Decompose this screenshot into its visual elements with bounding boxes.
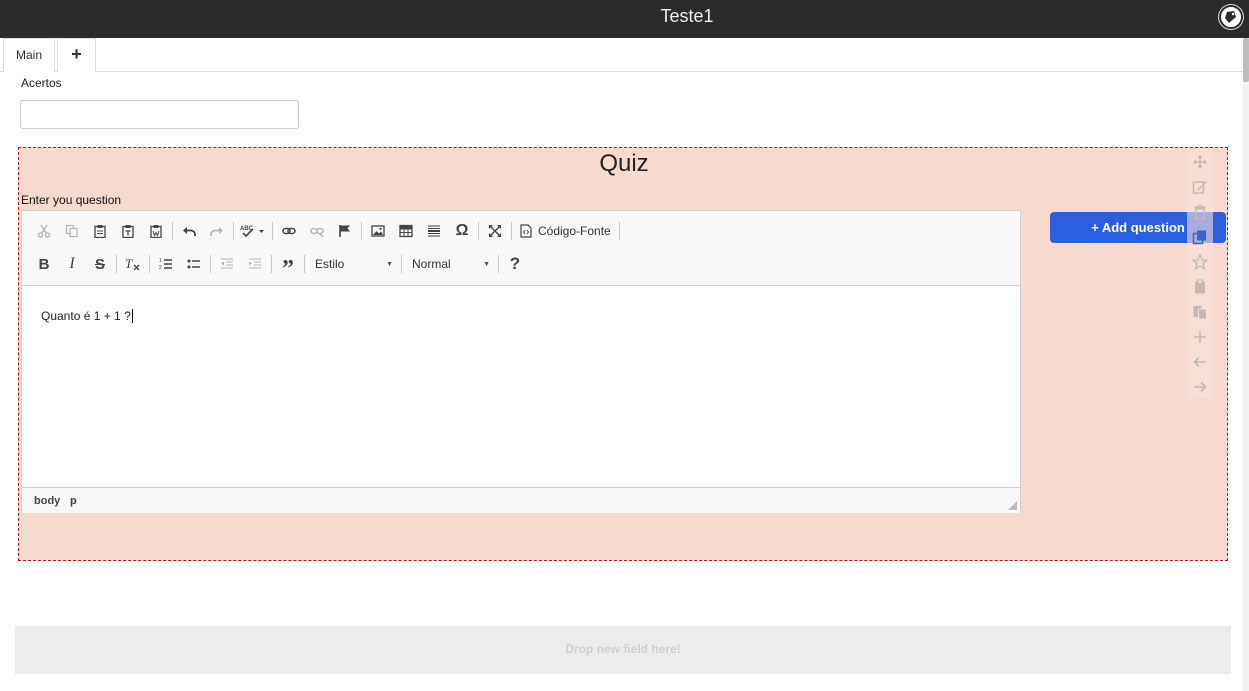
blockquote-icon[interactable]: ” — [274, 251, 302, 282]
spellcheck-icon[interactable]: ABC — [236, 218, 270, 244]
paste-word-icon[interactable] — [142, 218, 170, 244]
scrollbar-thumb[interactable] — [1243, 38, 1249, 82]
resize-handle-icon[interactable] — [1008, 501, 1017, 510]
scrollbar[interactable] — [1243, 38, 1249, 691]
numbered-list-icon[interactable]: 12 — [152, 251, 180, 277]
copy-icon[interactable] — [1190, 227, 1210, 247]
add-tab-button[interactable]: + — [57, 38, 96, 72]
style-dropdown[interactable]: Estilo ▼ — [307, 251, 399, 277]
italic-icon[interactable]: I — [58, 251, 86, 277]
tab-bar: Main + — [0, 38, 1243, 72]
acertos-label: Acertos — [21, 76, 62, 90]
toolbar-separator — [210, 255, 211, 273]
help-icon[interactable]: ? — [501, 251, 529, 277]
source-label: Código-Fonte — [538, 224, 611, 238]
question-text: Quanto é 1 + 1 ? — [41, 309, 131, 323]
remove-format-icon[interactable]: T — [119, 251, 147, 277]
paste-icon[interactable] — [86, 218, 114, 244]
path-crumb-p[interactable]: p — [70, 495, 77, 507]
toolbar-separator — [618, 222, 620, 240]
chevron-down-icon: ▼ — [386, 260, 393, 268]
strikethrough-icon[interactable]: S — [86, 251, 114, 277]
paste-text-icon[interactable] — [114, 218, 142, 244]
field-actions-panel — [1187, 150, 1213, 398]
star-icon[interactable] — [1190, 252, 1210, 272]
toolbar-separator — [233, 222, 234, 240]
image-icon[interactable] — [364, 218, 392, 244]
title-bar: Teste1 — [0, 0, 1249, 38]
toolbar-separator — [116, 255, 117, 273]
question-label: Enter you question — [21, 193, 122, 207]
window-title: Teste1 — [660, 6, 714, 26]
cut-icon[interactable] — [30, 218, 58, 244]
text-caret — [131, 309, 133, 323]
editor-status-bar: body p — [22, 487, 1020, 513]
source-button[interactable]: Código-Fonte — [514, 218, 617, 244]
toolbar-separator — [478, 222, 479, 240]
toolbar-separator — [511, 222, 512, 240]
link-icon[interactable] — [275, 218, 303, 244]
arrow-right-icon[interactable] — [1190, 377, 1210, 397]
toolbar-separator — [149, 255, 150, 273]
svg-text:2: 2 — [159, 265, 162, 271]
redo-icon[interactable] — [203, 218, 231, 244]
clipboard-icon[interactable] — [1190, 277, 1210, 297]
paste-icon[interactable] — [1190, 302, 1210, 322]
format-dropdown[interactable]: Normal ▼ — [404, 251, 496, 277]
arrow-left-icon[interactable] — [1190, 352, 1210, 372]
bold-icon[interactable]: B — [30, 251, 58, 277]
quiz-title: Quiz — [599, 150, 649, 177]
quiz-block[interactable]: Quiz Enter you question ABC Ω Código-Fon… — [18, 147, 1228, 561]
editor-text[interactable]: Quanto é 1 + 1 ? — [41, 309, 133, 323]
table-icon[interactable] — [392, 218, 420, 244]
path-crumb-body[interactable]: body — [34, 495, 60, 507]
svg-text:T: T — [125, 257, 133, 271]
bulleted-list-icon[interactable] — [180, 251, 208, 277]
copy-icon[interactable] — [58, 218, 86, 244]
editor-toolbar: ABC Ω Código-Fonte B I S T 1 2 ” Estilo … — [22, 211, 1020, 286]
special-char-icon[interactable]: Ω — [448, 218, 476, 244]
toolbar-separator — [304, 255, 305, 273]
toolbar-separator — [361, 222, 362, 240]
delete-icon[interactable] — [1190, 202, 1210, 222]
toolbar-separator — [271, 255, 272, 273]
tag-icon[interactable] — [1219, 5, 1243, 29]
editor-content[interactable]: Quanto é 1 + 1 ? — [22, 287, 1020, 487]
outdent-icon[interactable] — [213, 251, 241, 277]
toolbar-separator — [401, 255, 402, 273]
source-icon — [520, 224, 532, 238]
plus-icon[interactable] — [1190, 327, 1210, 347]
edit-icon[interactable] — [1190, 177, 1210, 197]
format-dropdown-value: Normal — [412, 257, 451, 271]
svg-text:1: 1 — [159, 258, 162, 264]
maximize-icon[interactable] — [481, 218, 509, 244]
rich-text-editor[interactable]: ABC Ω Código-Fonte B I S T 1 2 ” Estilo … — [21, 210, 1021, 513]
undo-icon[interactable] — [175, 218, 203, 244]
toolbar-separator — [272, 222, 273, 240]
style-dropdown-value: Estilo — [315, 257, 345, 271]
tab-main[interactable]: Main — [3, 38, 55, 72]
unlink-icon[interactable] — [303, 218, 331, 244]
toolbar-separator — [498, 255, 499, 273]
move-icon[interactable] — [1190, 152, 1210, 172]
toolbar-row-2: B I S T 12 ” Estilo ▼ Normal ▼ ? — [30, 250, 529, 282]
drop-zone[interactable]: Drop new field here! — [15, 626, 1231, 674]
indent-icon[interactable] — [241, 251, 269, 277]
chevron-down-icon: ▼ — [483, 260, 490, 268]
toolbar-row-1: ABC Ω Código-Fonte — [30, 217, 622, 245]
toolbar-separator — [172, 222, 173, 240]
anchor-flag-icon[interactable] — [331, 218, 359, 244]
horizontal-rule-icon[interactable] — [420, 218, 448, 244]
acertos-input[interactable] — [20, 100, 299, 129]
